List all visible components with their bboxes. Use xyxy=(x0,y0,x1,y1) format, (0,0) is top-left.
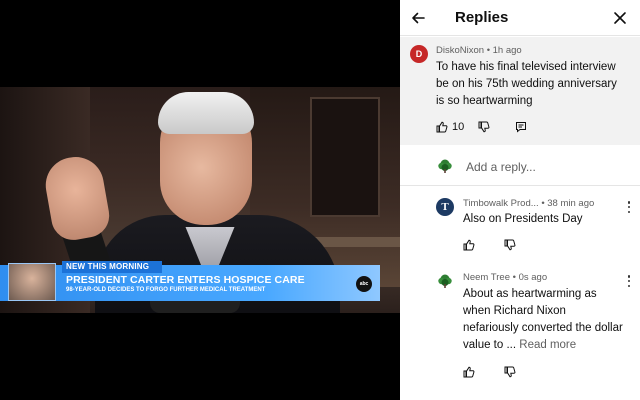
comment-author[interactable]: DiskoNixon xyxy=(436,45,484,56)
dot xyxy=(627,210,631,213)
reply-text: Also on Presidents Day xyxy=(463,213,583,225)
comment-time: • 1h ago xyxy=(486,45,522,56)
read-more-link[interactable]: Read more xyxy=(519,339,576,351)
reply-time: • 38 min ago xyxy=(541,198,595,209)
panel-title: Replies xyxy=(455,9,509,26)
lower-third-headline: PRESIDENT CARTER ENTERS HOSPICE CARE xyxy=(66,274,305,286)
thumbs-up-icon xyxy=(463,239,475,251)
dot xyxy=(627,284,631,287)
dot xyxy=(627,279,631,283)
comment-text: To have his final televised interview be… xyxy=(436,61,617,107)
reply-meta: Neem Tree • 0s ago xyxy=(463,272,547,283)
close-icon xyxy=(614,12,626,24)
reply-meta: Timbowalk Prod... • 38 min ago xyxy=(463,198,594,209)
parent-comment: D DiskoNixon • 1h ago To have his final … xyxy=(400,37,640,145)
more-options-button[interactable] xyxy=(622,272,636,290)
video-frame[interactable]: NEW THIS MORNING PRESIDENT CARTER ENTERS… xyxy=(0,87,400,313)
like-button[interactable] xyxy=(463,239,475,251)
network-logo: abc xyxy=(356,276,372,292)
like-count: 10 xyxy=(452,121,465,133)
back-button[interactable] xyxy=(406,6,430,30)
user-avatar xyxy=(436,157,454,175)
video-background-panel xyxy=(310,97,380,217)
dislike-button[interactable] xyxy=(478,121,490,133)
panel-header: Replies xyxy=(400,0,640,36)
thumbs-down-icon xyxy=(504,239,516,251)
reply-time: • 0s ago xyxy=(512,272,548,283)
replies-panel: Replies D DiskoNixon • 1h ago To have hi… xyxy=(400,0,640,400)
dislike-button[interactable] xyxy=(504,239,516,251)
comment-icon xyxy=(516,122,526,133)
add-reply-row[interactable]: Add a reply... xyxy=(400,146,640,186)
reply-button[interactable] xyxy=(515,121,527,133)
add-reply-input[interactable]: Add a reply... xyxy=(466,160,536,174)
reply-author[interactable]: Timbowalk Prod... xyxy=(463,198,539,209)
lower-third-tag: NEW THIS MORNING xyxy=(62,261,162,273)
avatar[interactable]: T xyxy=(436,198,454,216)
thumbs-up-icon xyxy=(436,121,448,133)
close-button[interactable] xyxy=(608,6,632,30)
person-hair xyxy=(158,92,254,134)
dislike-button[interactable] xyxy=(504,366,516,378)
avatar[interactable] xyxy=(436,272,454,290)
reply-text: About as heartwarming as when Richard Ni… xyxy=(463,286,623,354)
comment-meta: DiskoNixon • 1h ago xyxy=(436,45,522,56)
reply-author[interactable]: Neem Tree xyxy=(463,272,510,283)
lower-third-subheadline: 98-YEAR-OLD DECIDES TO FORGO FURTHER MED… xyxy=(66,287,266,293)
thumbs-up-icon xyxy=(463,366,475,378)
tree-avatar-icon xyxy=(436,157,454,175)
dot xyxy=(627,205,631,209)
thumbs-down-icon xyxy=(478,121,490,133)
like-button[interactable] xyxy=(463,366,475,378)
arrow-left-icon xyxy=(412,12,425,24)
dot xyxy=(627,201,631,204)
avatar[interactable]: D xyxy=(410,45,428,63)
like-button[interactable]: 10 xyxy=(436,121,464,133)
dot xyxy=(627,275,631,278)
lower-third-thumbnail xyxy=(8,263,56,301)
thumbs-down-icon xyxy=(504,366,516,378)
video-player[interactable]: NEW THIS MORNING PRESIDENT CARTER ENTERS… xyxy=(0,0,400,400)
tree-avatar-icon xyxy=(436,272,454,290)
